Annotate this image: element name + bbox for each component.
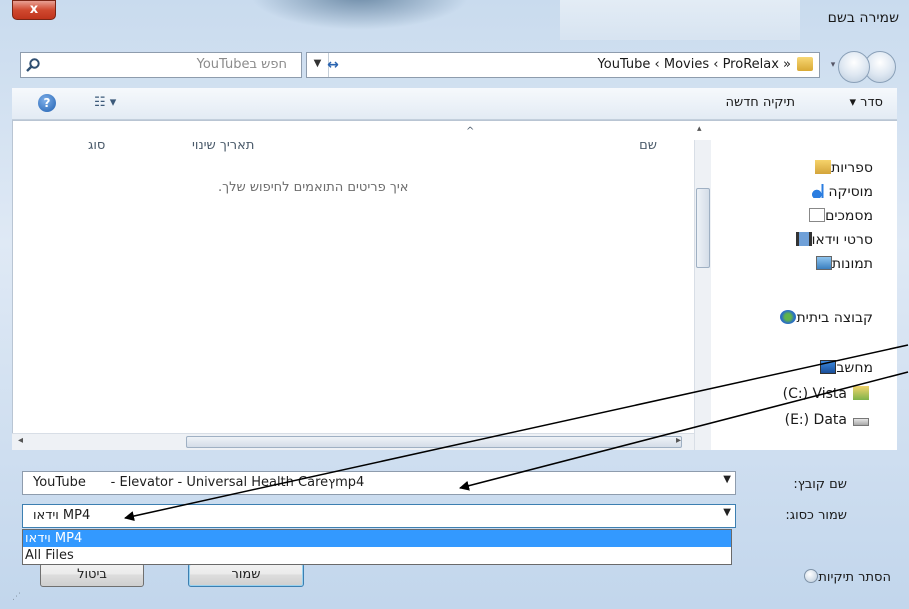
arrow-to-filename [459, 371, 909, 491]
annotation-arrows [124, 344, 909, 521]
arrow-to-filetype [124, 344, 909, 521]
